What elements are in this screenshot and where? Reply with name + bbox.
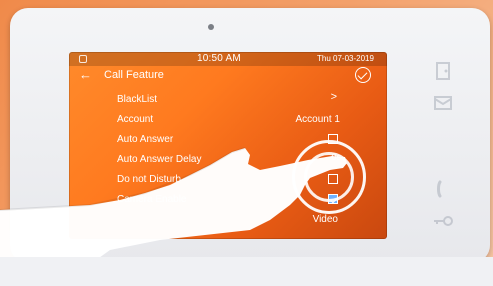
side-icons xyxy=(430,53,470,233)
indoor-monitor: 10:50 AM Thu 07-03-2019 ← Call Feature B… xyxy=(10,8,490,263)
key-icon[interactable] xyxy=(430,211,456,231)
status-date: Thu 07-03-2019 xyxy=(317,54,374,63)
check-circle-icon[interactable] xyxy=(355,67,371,83)
page-title: Call Feature xyxy=(104,69,164,81)
back-arrow-icon[interactable]: ← xyxy=(79,68,92,82)
camera-dot xyxy=(208,24,214,30)
setting-row-blacklist[interactable]: BlackList > xyxy=(69,90,387,110)
setting-label: Auto Answer xyxy=(117,134,174,145)
title-bar: ← Call Feature xyxy=(69,66,387,86)
setting-label: Auto Answer Delay xyxy=(117,154,202,165)
door-icon[interactable] xyxy=(430,61,456,81)
status-bar: 10:50 AM Thu 07-03-2019 xyxy=(69,52,387,66)
setting-row-video[interactable]: Video xyxy=(69,210,387,230)
setting-value: Account 1 xyxy=(295,114,340,125)
phone-icon[interactable] xyxy=(430,179,456,199)
setting-label: Camera Enable xyxy=(117,194,187,205)
setting-label: Account xyxy=(117,114,154,125)
tap-target-indicator xyxy=(292,140,366,214)
setting-label: BlackList xyxy=(117,94,158,105)
status-time: 10:50 AM xyxy=(197,53,241,64)
chevron-right-icon: > xyxy=(330,91,337,103)
message-icon[interactable] xyxy=(430,93,456,113)
setting-row-account[interactable]: Account Account 1 xyxy=(69,110,387,130)
bottom-bezel xyxy=(0,257,493,286)
status-icon xyxy=(79,55,87,63)
setting-value: Video xyxy=(312,214,338,225)
setting-label: Do not Disturb xyxy=(117,174,181,185)
